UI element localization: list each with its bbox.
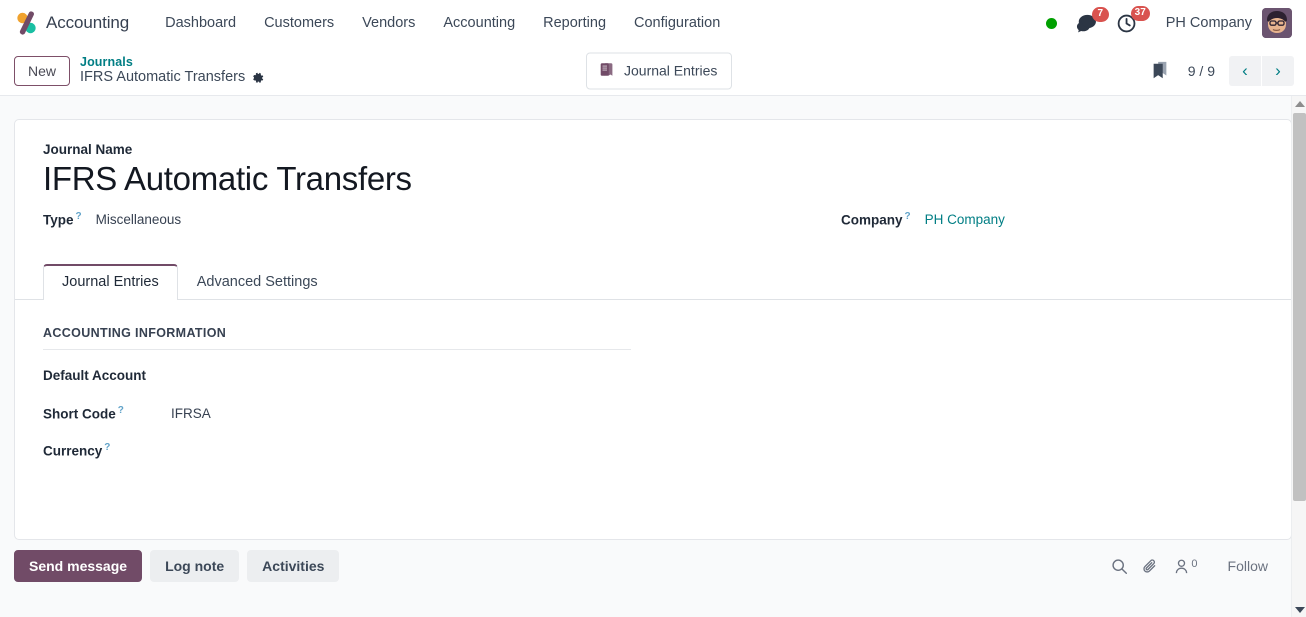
log-note-button[interactable]: Log note xyxy=(150,550,240,582)
top-navbar: Accounting Dashboard Customers Vendors A… xyxy=(0,0,1306,46)
smart-button-label: Journal Entries xyxy=(624,62,718,79)
menu-item-customers[interactable]: Customers xyxy=(250,9,348,37)
breadcrumb-current-record: IFRS Automatic Transfers xyxy=(80,69,265,86)
smart-button-journal-entries[interactable]: Journal Entries xyxy=(586,52,733,89)
chatter: Send message Log note Activities 0 Follo… xyxy=(0,540,1306,617)
navbar-systray: 7 37 PH Company xyxy=(1042,5,1296,38)
paperclip-icon[interactable] xyxy=(1142,558,1159,575)
activities-button[interactable]: Activities xyxy=(247,550,340,582)
field-short-code-help-icon[interactable]: ? xyxy=(118,405,124,416)
user-avatar[interactable] xyxy=(1262,8,1292,38)
field-type-label: Type? xyxy=(43,211,82,228)
tab-advanced-settings[interactable]: Advanced Settings xyxy=(178,264,337,300)
gear-icon[interactable] xyxy=(251,71,265,85)
header-fields-right: Company? PH Company xyxy=(653,211,1263,241)
field-company: Company? PH Company xyxy=(841,211,1263,237)
menu-item-reporting[interactable]: Reporting xyxy=(529,9,620,37)
form-content-area: Journal Name IFRS Automatic Transfers Ty… xyxy=(0,96,1306,617)
notebook: Journal Entries Advanced Settings ACCOUN… xyxy=(15,263,1291,479)
field-type-label-text: Type xyxy=(43,212,74,228)
messages-button[interactable]: 7 xyxy=(1069,6,1111,37)
activities-button[interactable]: 37 xyxy=(1111,5,1152,38)
pager-next-button[interactable]: › xyxy=(1262,55,1294,86)
odoo-logo-icon[interactable] xyxy=(14,10,40,36)
control-panel: New Journals IFRS Automatic Transfers Jo… xyxy=(0,46,1306,96)
followers-icon xyxy=(1176,559,1188,573)
chatter-actions: 0 Follow xyxy=(1111,558,1292,575)
book-icon xyxy=(598,60,616,81)
field-company-help-icon[interactable]: ? xyxy=(905,211,911,222)
online-status-dot xyxy=(1045,17,1057,29)
field-company-label: Company? xyxy=(841,211,911,228)
pager-previous-button[interactable]: ‹ xyxy=(1229,55,1261,86)
field-currency-label: Currency? xyxy=(43,442,163,459)
pager-area: 9 / 9 ‹ › xyxy=(1144,55,1294,86)
followers-count: 0 xyxy=(1191,557,1198,570)
field-default-account-label: Default Account xyxy=(43,367,147,383)
field-currency: Currency? xyxy=(43,442,1263,479)
menu-item-accounting[interactable]: Accounting xyxy=(429,9,529,37)
field-currency-help-icon[interactable]: ? xyxy=(104,442,110,453)
menu-item-configuration[interactable]: Configuration xyxy=(620,9,734,37)
journal-name-label: Journal Name xyxy=(43,142,133,157)
activities-badge: 37 xyxy=(1130,5,1150,21)
follow-button[interactable]: Follow xyxy=(1228,558,1282,574)
scrollbar-up-arrow[interactable] xyxy=(1292,96,1306,111)
field-short-code: Short Code? IFRSA xyxy=(43,405,1263,442)
smart-buttons-area: Journal Entries xyxy=(586,52,733,89)
header-fields: Type? Miscellaneous Company? PH Company xyxy=(43,211,1263,241)
field-short-code-value[interactable]: IFRSA xyxy=(171,406,211,421)
main-menu: Dashboard Customers Vendors Accounting R… xyxy=(151,9,734,37)
field-default-account: Default Account xyxy=(43,368,1263,405)
header-fields-left: Type? Miscellaneous xyxy=(43,211,653,241)
company-switcher[interactable]: PH Company xyxy=(1166,15,1252,31)
field-type: Type? Miscellaneous xyxy=(43,211,653,237)
tab-panel-journal-entries: ACCOUNTING INFORMATION Default Account S… xyxy=(43,300,1263,479)
vertical-scrollbar[interactable] xyxy=(1291,96,1306,617)
chatter-toolbar: Send message Log note Activities 0 Follo… xyxy=(14,550,1292,582)
field-short-code-label: Short Code? xyxy=(43,405,163,422)
menu-item-vendors[interactable]: Vendors xyxy=(348,9,429,37)
field-company-label-text: Company xyxy=(841,212,903,228)
field-type-value[interactable]: Miscellaneous xyxy=(96,212,182,227)
breadcrumb: Journals IFRS Automatic Transfers xyxy=(80,55,265,86)
scrollbar-thumb[interactable] xyxy=(1293,113,1306,501)
search-icon[interactable] xyxy=(1111,558,1128,575)
bookmark-icon[interactable] xyxy=(1144,58,1176,84)
send-message-button[interactable]: Send message xyxy=(14,550,143,582)
followers-button[interactable]: 0 xyxy=(1173,557,1198,575)
journal-name-value[interactable]: IFRS Automatic Transfers xyxy=(43,159,1263,199)
messages-badge: 7 xyxy=(1091,6,1109,22)
breadcrumb-parent-journals[interactable]: Journals xyxy=(80,55,265,69)
pager-buttons: ‹ › xyxy=(1229,55,1294,86)
menu-item-dashboard[interactable]: Dashboard xyxy=(151,9,250,37)
pager-value: 9 / 9 xyxy=(1187,62,1215,79)
field-company-value[interactable]: PH Company xyxy=(925,212,1005,227)
accounting-information-title: ACCOUNTING INFORMATION xyxy=(43,326,631,350)
field-type-help-icon[interactable]: ? xyxy=(76,211,82,222)
scrollbar-down-arrow[interactable] xyxy=(1292,602,1306,617)
record-form-sheet: Journal Name IFRS Automatic Transfers Ty… xyxy=(14,119,1292,540)
field-short-code-label-text: Short Code xyxy=(43,406,116,422)
app-name[interactable]: Accounting xyxy=(46,13,129,33)
tab-journal-entries[interactable]: Journal Entries xyxy=(43,263,178,300)
notebook-tabs: Journal Entries Advanced Settings xyxy=(15,263,1291,300)
breadcrumb-record-name: IFRS Automatic Transfers xyxy=(80,69,246,86)
new-record-button[interactable]: New xyxy=(14,55,71,86)
field-currency-label-text: Currency xyxy=(43,443,103,459)
